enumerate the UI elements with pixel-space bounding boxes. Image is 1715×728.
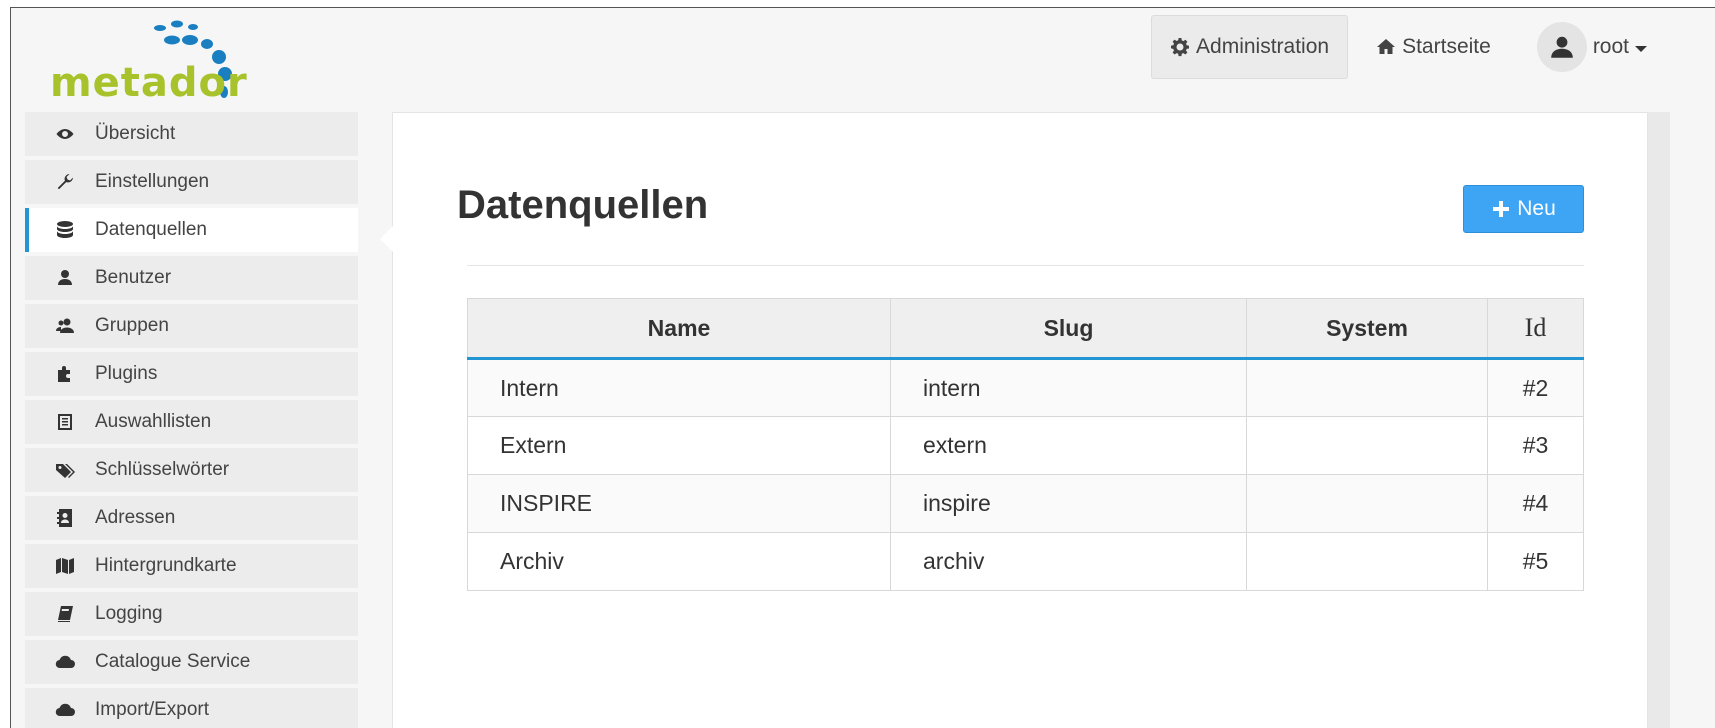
cell-id: #4 xyxy=(1487,474,1584,533)
sidebar-item-gruppen[interactable]: Gruppen xyxy=(25,304,358,348)
user-name: root xyxy=(1592,35,1629,58)
cell-name[interactable]: Intern xyxy=(467,358,891,417)
cell-id: #2 xyxy=(1487,358,1584,417)
page-title: Datenquellen xyxy=(457,183,709,227)
panel-scroll-track[interactable] xyxy=(1648,112,1670,728)
sidebar-item-label: Catalogue Service xyxy=(95,651,251,672)
title-divider xyxy=(467,265,1584,266)
users-icon xyxy=(55,316,75,336)
user-menu[interactable]: root xyxy=(1519,15,1665,79)
user-icon xyxy=(1551,36,1573,58)
cloud-icon xyxy=(55,652,75,672)
sidebar-item-label: Import/Export xyxy=(95,699,210,720)
cell-slug: archiv xyxy=(890,532,1247,591)
puzzle-icon xyxy=(55,364,75,384)
eye-icon xyxy=(55,124,75,144)
new-button[interactable]: Neu xyxy=(1463,185,1584,233)
cell-system xyxy=(1246,416,1488,475)
top-navigation: Administration Startseite root xyxy=(1151,15,1665,79)
sidebar-item-label: Hintergrundkarte xyxy=(95,555,237,576)
sidebar: Übersicht Einstellungen Datenquellen Ben… xyxy=(25,112,358,728)
database-icon xyxy=(55,220,75,240)
table-row[interactable]: Intern intern #2 xyxy=(467,358,1584,417)
cell-id: #3 xyxy=(1487,416,1584,475)
sidebar-item-datenquellen[interactable]: Datenquellen xyxy=(25,208,358,252)
cell-name[interactable]: Extern xyxy=(467,416,891,475)
startseite-link[interactable]: Startseite xyxy=(1358,15,1509,79)
sidebar-item-label: Benutzer xyxy=(95,267,172,288)
new-button-label: Neu xyxy=(1517,197,1556,220)
cell-system xyxy=(1246,532,1488,591)
cell-name[interactable]: INSPIRE xyxy=(467,474,891,533)
column-header-id[interactable]: Id xyxy=(1487,298,1584,360)
home-icon xyxy=(1377,39,1396,54)
table-row[interactable]: Archiv archiv #5 xyxy=(467,532,1584,591)
cloud-upload-icon xyxy=(55,700,75,720)
cell-system xyxy=(1246,474,1488,533)
sidebar-item-benutzer[interactable]: Benutzer xyxy=(25,256,358,300)
cell-name[interactable]: Archiv xyxy=(467,532,891,591)
sidebar-item-label: Adressen xyxy=(95,507,176,528)
tags-icon xyxy=(55,460,75,480)
user-icon xyxy=(55,268,75,288)
panel-pointer xyxy=(380,226,393,252)
column-header-system[interactable]: System xyxy=(1246,298,1488,360)
sidebar-item-label: Übersicht xyxy=(95,123,176,144)
datenquellen-table: Name Slug System Id Intern intern #2 Ext… xyxy=(467,298,1584,591)
sidebar-item-plugins[interactable]: Plugins xyxy=(25,352,358,396)
sidebar-item-label: Logging xyxy=(95,603,163,624)
cell-system xyxy=(1246,358,1488,417)
sidebar-item-schluesselwoerter[interactable]: Schlüsselwörter xyxy=(25,448,358,492)
cell-id: #5 xyxy=(1487,532,1584,591)
metador-logo[interactable]: metador xyxy=(50,12,250,107)
sidebar-item-label: Schlüsselwörter xyxy=(95,459,230,480)
sidebar-item-einstellungen[interactable]: Einstellungen xyxy=(25,160,358,204)
gear-icon xyxy=(1171,38,1190,57)
table-header-row: Name Slug System Id xyxy=(467,298,1584,360)
table-row[interactable]: Extern extern #3 xyxy=(467,416,1584,475)
column-header-name[interactable]: Name xyxy=(467,298,891,360)
administration-link[interactable]: Administration xyxy=(1151,15,1349,79)
table-row[interactable]: INSPIRE inspire #4 xyxy=(467,474,1584,533)
sidebar-item-adressen[interactable]: Adressen xyxy=(25,496,358,540)
sidebar-item-catalogue-service[interactable]: Catalogue Service xyxy=(25,640,358,684)
address-book-icon xyxy=(55,508,75,528)
logo-text: metador xyxy=(50,60,248,106)
list-icon xyxy=(55,412,75,432)
sidebar-item-label: Datenquellen xyxy=(95,219,207,240)
caret-down-icon xyxy=(1635,45,1647,52)
sidebar-item-uebersicht[interactable]: Übersicht xyxy=(25,112,358,156)
sidebar-item-hintergrundkarte[interactable]: Hintergrundkarte xyxy=(25,544,358,588)
sidebar-item-import-export[interactable]: Import/Export xyxy=(25,688,358,728)
cell-slug: intern xyxy=(890,358,1247,417)
plus-icon xyxy=(1493,201,1510,217)
sidebar-item-label: Einstellungen xyxy=(95,171,210,192)
sidebar-item-label: Gruppen xyxy=(95,315,169,336)
startseite-label: Startseite xyxy=(1402,35,1491,58)
wrench-icon xyxy=(55,172,75,192)
book-icon xyxy=(55,604,75,624)
sidebar-item-label: Plugins xyxy=(95,363,158,384)
sidebar-item-label: Auswahllisten xyxy=(95,411,212,432)
administration-label: Administration xyxy=(1196,35,1330,58)
sidebar-item-auswahllisten[interactable]: Auswahllisten xyxy=(25,400,358,444)
cell-slug: extern xyxy=(890,416,1247,475)
column-header-slug[interactable]: Slug xyxy=(890,298,1247,360)
cell-slug: inspire xyxy=(890,474,1247,533)
avatar xyxy=(1536,22,1587,72)
sidebar-item-logging[interactable]: Logging xyxy=(25,592,358,636)
map-icon xyxy=(55,556,75,576)
